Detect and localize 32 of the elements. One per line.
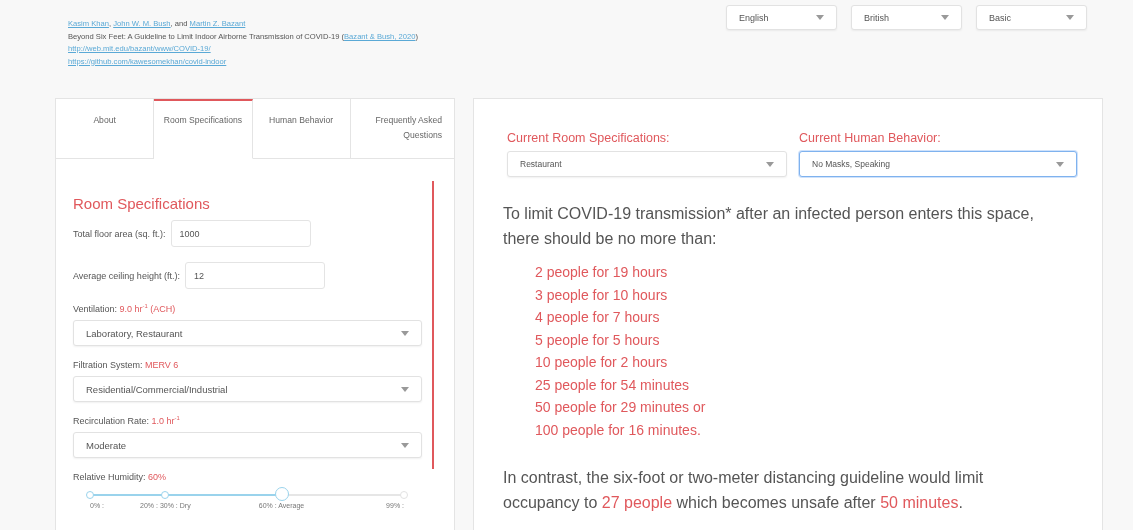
section-heading: Room Specifications (73, 195, 211, 212)
dropdown[interactable]: Residential/Commercial/Industrial (73, 376, 422, 402)
dropdown[interactable]: Basic (976, 5, 1087, 30)
dropdown[interactable]: Restaurant (507, 151, 787, 177)
field-label: Recirculation Rate: 1.0 hr$^{-1}$ (73, 416, 181, 426)
contrast-paragraph: In contrast, the six-foot or two-meter distancing guideline would limit occupancy to 27 people which becomes unsafe after 50 minutes. (503, 468, 985, 513)
tab[interactable]: About (56, 99, 155, 159)
dropdown[interactable]: British (851, 5, 962, 30)
intro-paragraph: To limit COVID-19 transmission* after an infected person enters this space, there should be no more than: (503, 204, 1035, 249)
field-label: Average ceiling height (ft.): (73, 270, 180, 281)
occupancy-limit: 50 people for 29 minutes or (535, 398, 706, 417)
occupancy-limit: 4 people for 7 hours (535, 308, 660, 327)
dropdown[interactable]: No Masks, Speaking (799, 151, 1077, 177)
input-field[interactable]: 12 (184, 262, 325, 289)
field-label: Current Human Behavior: (799, 131, 942, 145)
occupancy-limit: 2 people for 19 hours (535, 263, 668, 282)
occupancy-limit: 5 people for 5 hours (535, 330, 660, 350)
occupancy-limit: 10 people for 2 hours (535, 353, 668, 372)
field-label: Relative Humidity: 60% (73, 472, 168, 482)
occupancy-limit: 3 people for 10 hours (535, 285, 668, 305)
field-label: Total floor area (sq. ft.): (73, 228, 166, 239)
occupancy-limit: 25 people for 54 minutes (535, 375, 690, 395)
dropdown[interactable]: Laboratory, Restaurant (73, 320, 422, 346)
input-field[interactable]: 1000 (170, 220, 311, 247)
occupancy-limit: 100 people for 16 minutes. (535, 420, 701, 440)
field-label: Current Room Specifications: (507, 131, 671, 145)
dropdown[interactable]: English (726, 5, 837, 30)
tab[interactable]: Room Specifications (154, 99, 253, 159)
dropdown[interactable]: Moderate (73, 432, 422, 458)
field-label: Ventilation: 9.0 hr$^{-1}$ (ACH) (73, 304, 177, 314)
field-label: Filtration System: MERV 6 (73, 360, 180, 370)
tab[interactable]: Human Behavior (252, 99, 351, 159)
